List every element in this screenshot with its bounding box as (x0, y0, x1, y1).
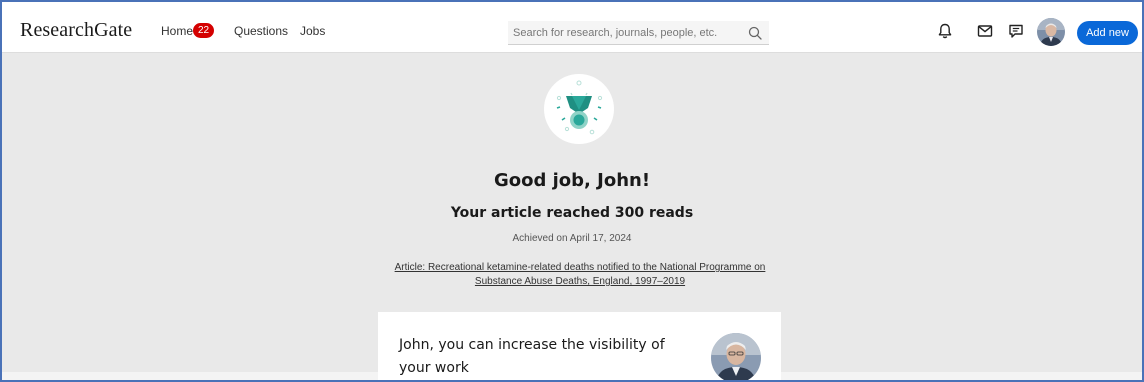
home-notification-badge: 22 (193, 23, 215, 38)
achievement-subhead: Your article reached 300 reads (450, 205, 694, 221)
medal-badge (544, 74, 614, 144)
card-avatar (711, 333, 761, 380)
add-new-button[interactable]: Add new (1077, 21, 1138, 45)
visibility-card: John, you can increase the visibility of… (378, 312, 781, 380)
bell-icon[interactable] (936, 22, 954, 40)
article-title-line-1: Article: Recreational ketamine-related d… (394, 262, 766, 273)
search-input[interactable] (508, 21, 738, 45)
search-icon[interactable] (747, 25, 763, 41)
article-title-line-2: Substance Abuse Deaths, England, 1997–20… (474, 276, 686, 287)
top-navigation-bar: ResearchGate Home 22 Questions Jobs Sear… (2, 2, 1142, 53)
article-link[interactable]: Article: Recreational ketamine-related d… (374, 261, 786, 289)
achievement-headline: Good job, John! (493, 170, 651, 191)
nav-home[interactable]: Home (161, 24, 193, 38)
search-bar (508, 21, 769, 45)
researchgate-logo[interactable]: ResearchGate (20, 19, 132, 42)
achievement-date: Achieved on April 17, 2024 (512, 233, 632, 244)
chat-icon[interactable] (1007, 22, 1025, 40)
nav-questions[interactable]: Questions (234, 24, 288, 38)
user-avatar[interactable] (1037, 18, 1065, 46)
nav-jobs[interactable]: Jobs (300, 24, 325, 38)
page-frame: ResearchGate Home 22 Questions Jobs Sear… (0, 0, 1144, 382)
achievement-content: Good job, John! Your article reached 300… (2, 53, 1142, 380)
visibility-card-text: John, you can increase the visibility of… (399, 337, 665, 376)
mail-icon[interactable] (976, 22, 994, 40)
medal-icon (556, 80, 603, 135)
